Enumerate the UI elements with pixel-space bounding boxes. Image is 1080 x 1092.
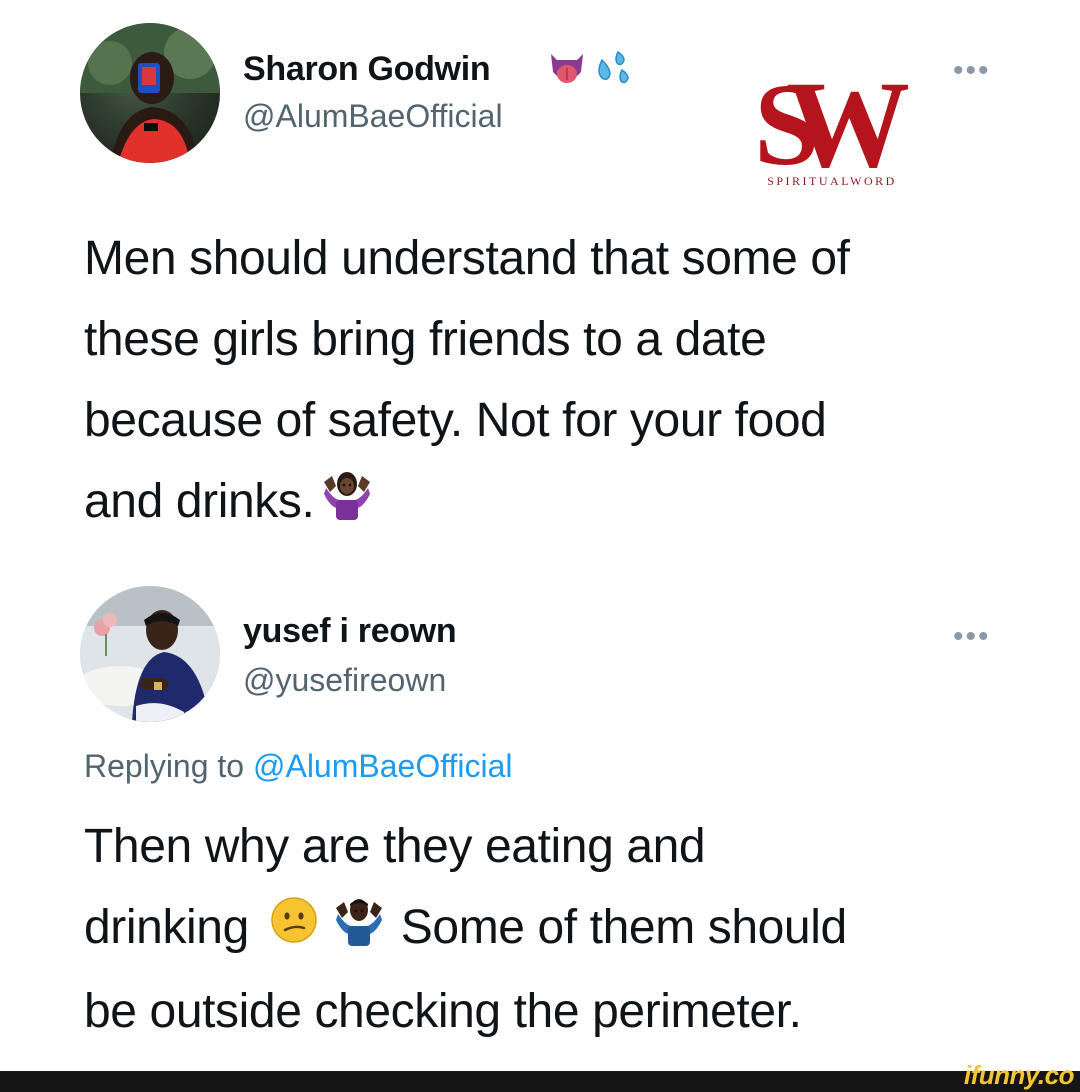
tweet-line-4: and drinks. [84,461,1044,545]
spiritualword-logo: S W [754,56,910,193]
tweet-author-name[interactable]: Sharon Godwin [243,50,491,89]
svg-text:W: W [786,56,910,193]
tweet-line-1: Men should understand that some of [84,232,850,285]
reply-author-name[interactable]: yusef i reown [243,612,457,651]
footer-bar [0,1071,1080,1092]
man-shrugging-icon [330,890,388,971]
tweet-text: Men should understand that some of these… [84,218,1044,545]
tweet-author-handle[interactable]: @AlumBaeOfficial [243,98,503,135]
woman-shrugging-icon [318,464,376,545]
reply-line-1: Then why are they eating and [84,820,706,873]
reply-more-button[interactable]: ••• [953,622,991,652]
sweat-droplets-icon [592,48,634,93]
tongue-emoji-icon [547,48,587,93]
tweet-more-button[interactable]: ••• [953,56,991,86]
tweet-line-3: because of safety. Not for your food [84,394,827,447]
reply-text: Then why are they eating and drinking So… [84,806,1044,1052]
replying-to-mention-link[interactable]: @AlumBaeOfficial [253,748,513,784]
logo-caption: SPIRITUALWORD [767,174,897,188]
reply-line-2: drinking Some of them should [84,887,1044,971]
tweet-line-2: these girls bring friends to a date [84,313,767,366]
ifunny-watermark: ifunny.co [963,1060,1075,1090]
sharon-avatar[interactable] [80,23,220,163]
confused-face-icon [268,890,320,971]
reply-author-handle[interactable]: @yusefireown [243,662,446,699]
yusef-avatar[interactable] [80,586,220,722]
replying-to-line: Replying to @AlumBaeOfficial [84,748,513,784]
reply-line-3: be outside checking the perimeter. [84,984,802,1038]
